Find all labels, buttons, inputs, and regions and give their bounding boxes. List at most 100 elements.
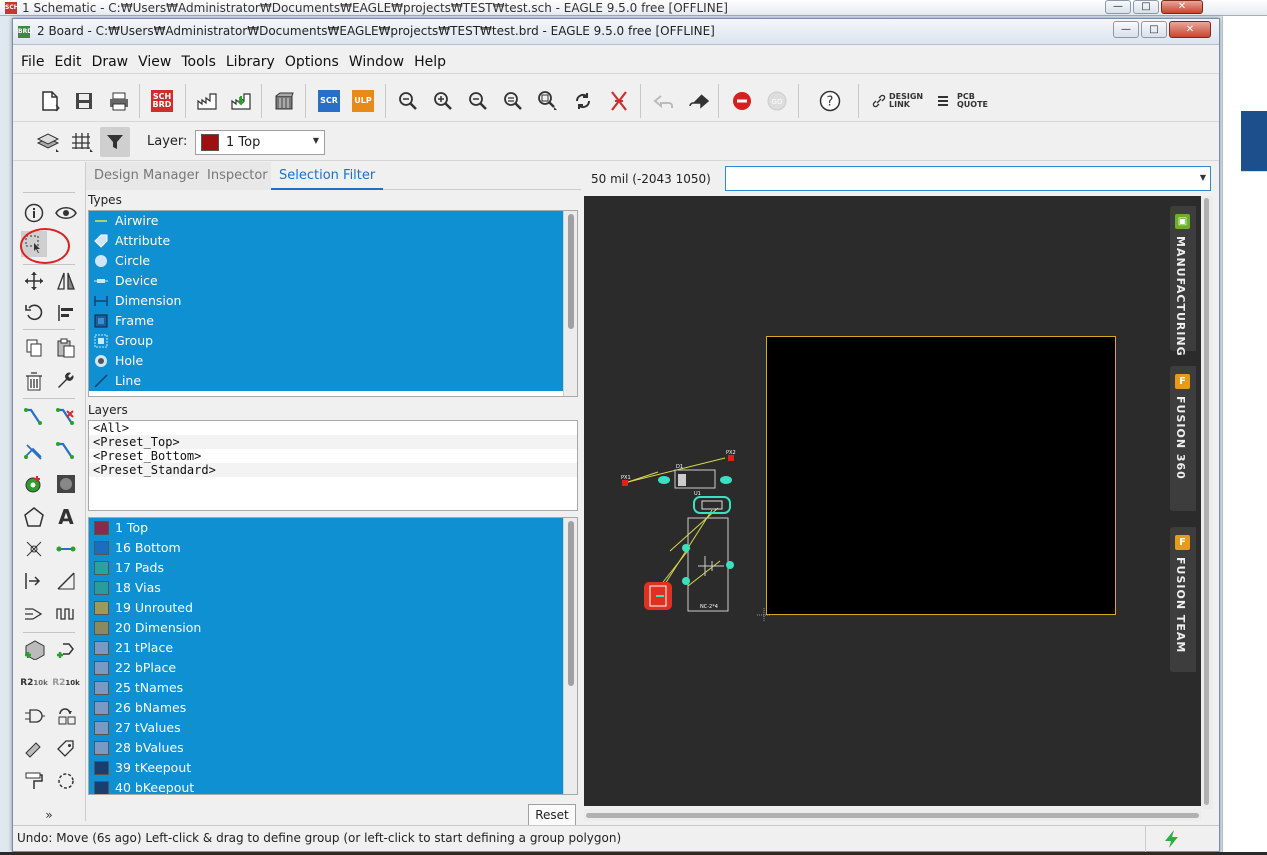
command-input[interactable]: ▼ [725, 166, 1211, 191]
list-item-airwire[interactable]: Airwire [89, 211, 565, 231]
fusion360-side-tab[interactable]: F FUSION 360 [1170, 366, 1196, 511]
layer-item[interactable]: 28 bValues [89, 738, 565, 758]
list-item-line[interactable]: Line [89, 371, 565, 391]
layer-item[interactable]: 39 tKeepout [89, 758, 565, 778]
pcb-quote-icon[interactable] [935, 88, 951, 114]
board-canvas[interactable]: PX1 PX2 D1 U1 NC-2*4 ▣ MANUFACTURING F F… [584, 196, 1201, 806]
smash-icon[interactable]: R2 10k [52, 670, 80, 696]
zoom-in-icon[interactable] [430, 88, 456, 114]
bg-maximize-button[interactable]: □ [1133, 0, 1159, 14]
zoom-redraw-icon[interactable] [500, 88, 526, 114]
layers-scrollbar[interactable] [563, 518, 577, 794]
dimension-icon[interactable] [21, 568, 47, 594]
menu-view[interactable]: View [133, 46, 176, 78]
refresh-icon[interactable] [570, 88, 596, 114]
layer-item[interactable]: 40 bKeepout [89, 778, 565, 794]
bg-close-button[interactable]: ✕ [1161, 0, 1203, 14]
layer-item[interactable]: 20 Dimension [89, 618, 565, 638]
drc-circle-icon[interactable] [53, 768, 79, 794]
background-titlebar[interactable]: SCH 1 Schematic - C:₩Users₩Administrator… [0, 0, 1267, 16]
copy-icon[interactable] [21, 335, 47, 361]
list-item-dimension[interactable]: Dimension [89, 291, 565, 311]
tab-inspector[interactable]: Inspector [199, 162, 276, 190]
undo-icon[interactable] [651, 88, 677, 114]
show-eye-icon[interactable] [53, 200, 79, 226]
via-icon[interactable] [21, 471, 47, 497]
menu-help[interactable]: Help [409, 46, 451, 78]
layer-item[interactable]: 19 Unrouted [89, 598, 565, 618]
slice-route-icon[interactable] [53, 438, 79, 464]
types-list[interactable]: Airwire Attribute Circle Device Dimensio… [88, 210, 578, 397]
go-icon[interactable]: GO [764, 88, 790, 114]
script-button[interactable]: SCR [316, 88, 342, 114]
list-item-hole[interactable]: Hole [89, 351, 565, 371]
meander-length-icon[interactable] [53, 601, 79, 627]
stop-icon[interactable] [729, 88, 755, 114]
info-icon[interactable] [21, 200, 47, 226]
wire-icon[interactable] [53, 536, 79, 562]
layer-item[interactable]: 17 Pads [89, 558, 565, 578]
window-titlebar[interactable]: BRD 2 Board - C:₩Users₩Administrator₩Doc… [13, 19, 1219, 45]
menu-options[interactable]: Options [280, 46, 344, 78]
design-link-button[interactable]: DESIGN LINK [889, 93, 923, 109]
line-draw-icon[interactable] [53, 568, 79, 594]
cam-processor-icon[interactable] [194, 88, 220, 114]
pad-icon[interactable] [53, 471, 79, 497]
zoom-fit-icon[interactable] [395, 88, 421, 114]
save-icon[interactable] [71, 88, 97, 114]
ratsnest-icon[interactable] [606, 88, 632, 114]
new-file-icon[interactable] [37, 88, 63, 114]
list-item-frame[interactable]: Frame [89, 311, 565, 331]
layer-select[interactable]: 1 Top ▼ [195, 130, 325, 155]
rotate-icon[interactable] [21, 300, 47, 326]
layers-list[interactable]: 1 Top 16 Bottom 17 Pads 18 Vias 19 Unrou… [88, 517, 578, 795]
list-item-preset-standard[interactable]: <Preset_Standard> [89, 463, 577, 477]
types-scrollbar[interactable] [563, 211, 577, 396]
autorouter-icon[interactable] [21, 438, 47, 464]
zoom-out-icon[interactable] [465, 88, 491, 114]
menu-draw[interactable]: Draw [87, 46, 134, 78]
add-part-icon[interactable] [21, 636, 47, 662]
list-item-preset-top[interactable]: <Preset_Top> [89, 435, 577, 449]
pin-swap-icon[interactable] [53, 703, 79, 729]
gate-swap-icon[interactable] [21, 703, 47, 729]
canvas-vertical-scrollbar[interactable] [1201, 196, 1213, 809]
replace-part-icon[interactable] [53, 636, 79, 662]
print-icon[interactable] [106, 88, 132, 114]
chevron-down-icon[interactable]: ▼ [1200, 173, 1206, 182]
pcb-quote-button[interactable]: PCB QUOTE [957, 93, 988, 109]
list-item-preset-all[interactable]: <All> [89, 421, 577, 435]
list-item-circle[interactable]: Circle [89, 251, 565, 271]
maximize-button[interactable]: □ [1141, 21, 1167, 38]
ripup-icon[interactable] [53, 404, 79, 430]
menu-file[interactable]: File [16, 46, 49, 78]
fusion-team-side-tab[interactable]: F FUSION TEAM [1170, 527, 1196, 672]
delete-icon[interactable] [21, 368, 47, 394]
layer-settings-icon[interactable] [35, 129, 61, 155]
list-item-attribute[interactable]: Attribute [89, 231, 565, 251]
layer-item[interactable]: 18 Vias [89, 578, 565, 598]
layer-item[interactable]: 22 bPlace [89, 658, 565, 678]
layer-stack-icon[interactable] [271, 88, 297, 114]
move-icon[interactable] [21, 268, 47, 294]
unplaced-components[interactable]: PX1 PX2 D1 U1 NC-2*4 [620, 446, 760, 616]
zoom-select-icon[interactable] [535, 88, 561, 114]
ulp-button[interactable]: ULP [350, 88, 376, 114]
link-icon[interactable] [871, 88, 887, 114]
filter-icon[interactable] [100, 127, 130, 157]
redo-icon[interactable] [685, 88, 711, 114]
polygon-icon[interactable] [21, 504, 47, 530]
paste-icon[interactable] [53, 335, 79, 361]
layer-item[interactable]: 25 tNames [89, 678, 565, 698]
name-value-icon[interactable]: R2 10k [20, 670, 48, 696]
sch-brd-switch-button[interactable]: SCH BRD [149, 88, 175, 114]
menu-window[interactable]: Window [344, 46, 409, 78]
list-item-group[interactable]: Group [89, 331, 565, 351]
paint-roller-icon[interactable] [21, 768, 47, 794]
text-icon[interactable]: A [53, 504, 79, 530]
manufacturing-side-tab[interactable]: ▣ MANUFACTURING [1170, 206, 1196, 357]
mirror-icon[interactable] [53, 268, 79, 294]
minimize-button[interactable]: — [1113, 21, 1139, 38]
status-indicator[interactable] [1145, 826, 1200, 852]
help-icon[interactable]: ? [817, 88, 843, 114]
